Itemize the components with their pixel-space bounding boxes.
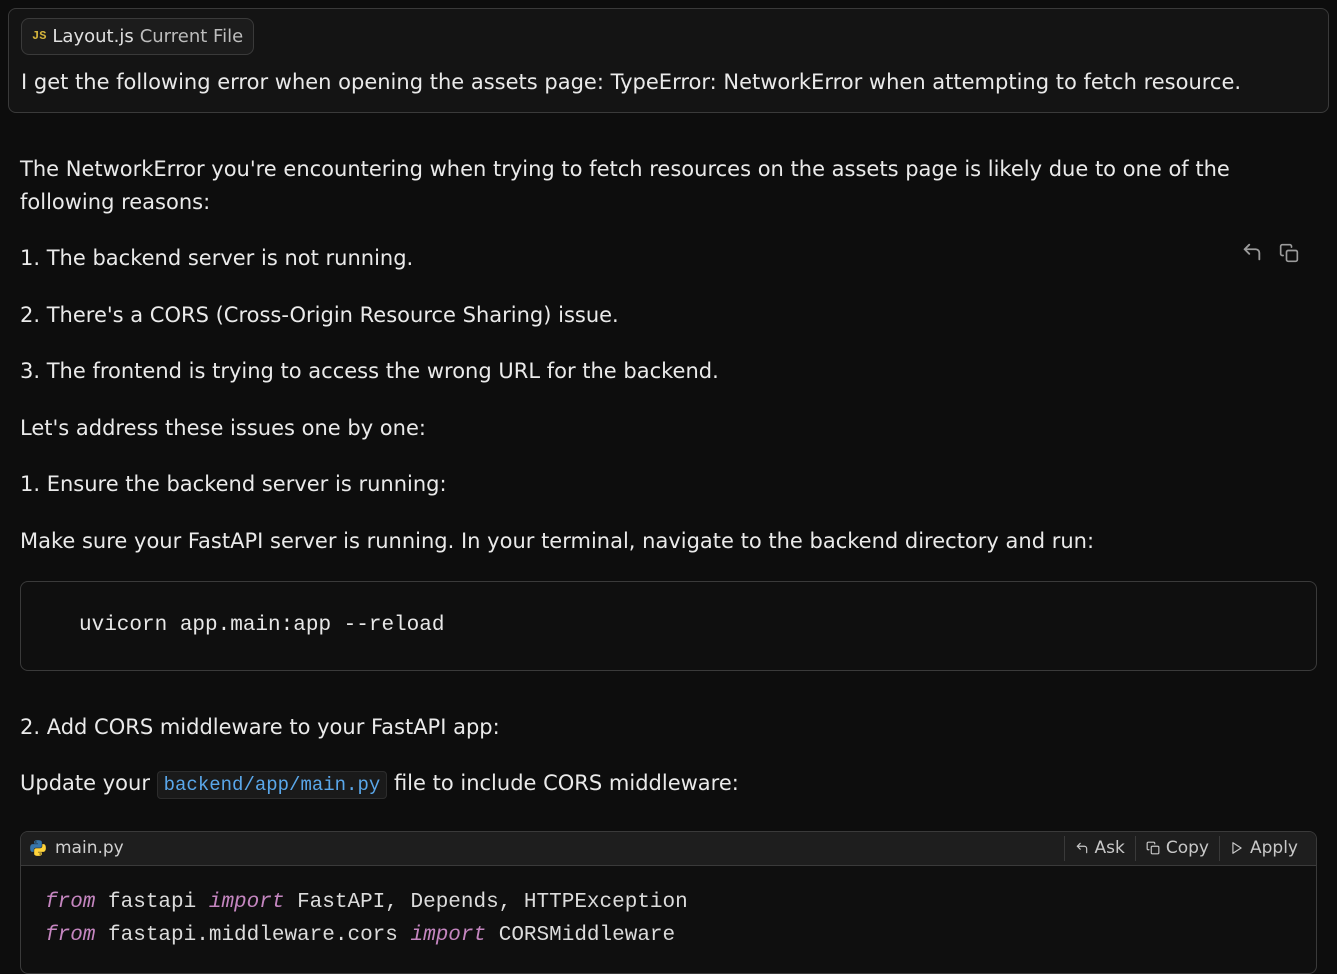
apply-button-label: Apply: [1250, 836, 1298, 862]
python-file-icon: [29, 839, 47, 857]
user-message-text: I get the following error when opening t…: [21, 67, 1316, 99]
js-file-icon: JS: [32, 27, 46, 45]
file-chip-name: Layout.js: [52, 23, 133, 50]
response-reason-2: 2. There's a CORS (Cross-Origin Resource…: [20, 299, 1317, 332]
reply-icon[interactable]: [1241, 241, 1263, 271]
copy-button-label: Copy: [1166, 836, 1209, 862]
code-panel-body: from fastapi import FastAPI, Depends, HT…: [21, 866, 1316, 973]
step-2-body: Update your backend/app/main.py file to …: [20, 767, 1317, 800]
response-intro: The NetworkError you're encountering whe…: [20, 153, 1317, 218]
step-2-body-pre: Update your: [20, 771, 157, 795]
ask-button-label: Ask: [1095, 836, 1125, 862]
step-1-body: Make sure your FastAPI server is running…: [20, 525, 1317, 558]
message-actions: [1241, 241, 1299, 271]
response-reason-1: 1. The backend server is not running.: [20, 242, 1317, 275]
code-panel-filename: main.py: [55, 836, 124, 862]
response-transition: Let's address these issues one by one:: [20, 412, 1317, 445]
inline-code-path: backend/app/main.py: [157, 771, 388, 799]
code-line-2: from fastapi.middleware.cors import CORS…: [45, 919, 1292, 953]
assistant-response: The NetworkError you're encountering whe…: [8, 153, 1329, 974]
response-reason-3: 3. The frontend is trying to access the …: [20, 355, 1317, 388]
file-chip-tag: Current File: [140, 23, 243, 50]
step-2-body-post: file to include CORS middleware:: [387, 771, 739, 795]
step-1-title: 1. Ensure the backend server is running:: [20, 468, 1317, 501]
ask-button[interactable]: Ask: [1064, 836, 1135, 861]
step-2-title: 2. Add CORS middleware to your FastAPI a…: [20, 711, 1317, 744]
code-panel-header: main.py Ask Copy Apply: [21, 832, 1316, 866]
code-panel-main-py: main.py Ask Copy Apply from fastapi impo…: [20, 831, 1317, 974]
copy-button[interactable]: Copy: [1135, 836, 1219, 861]
file-context-chip[interactable]: JS Layout.js Current File: [21, 18, 254, 55]
copy-message-icon[interactable]: [1279, 241, 1299, 271]
code-block-uvicorn: uvicorn app.main:app --reload: [20, 581, 1317, 671]
code-line-1: from fastapi import FastAPI, Depends, HT…: [45, 886, 1292, 920]
user-message: JS Layout.js Current File I get the foll…: [8, 8, 1329, 113]
apply-button[interactable]: Apply: [1219, 836, 1308, 861]
